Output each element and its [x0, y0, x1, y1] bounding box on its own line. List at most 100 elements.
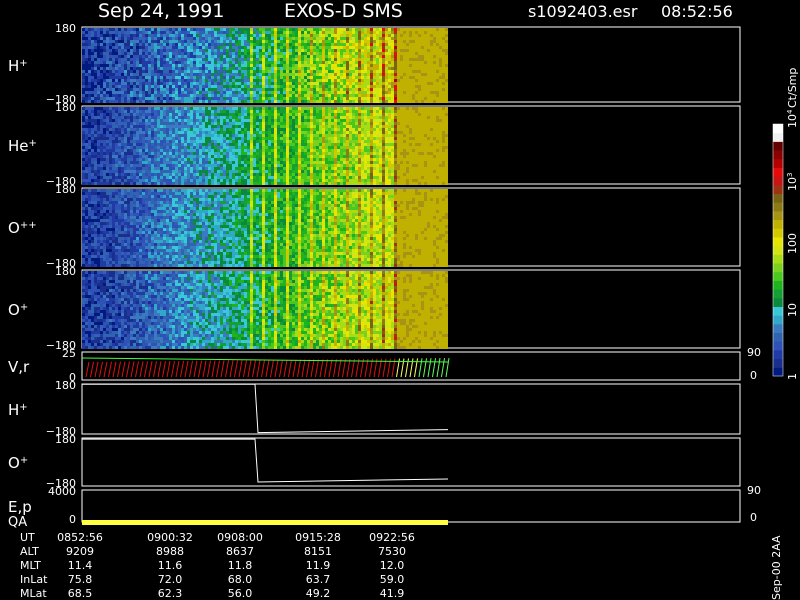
- spectrogram-cell: [370, 88, 373, 91]
- spectrogram-cell: [289, 58, 292, 61]
- spectrogram-cell: [403, 97, 406, 100]
- spectrogram-cell: [214, 46, 217, 49]
- spectrogram-cell: [196, 119, 199, 122]
- spectrogram-cell: [115, 58, 118, 61]
- spectrogram-cell: [220, 131, 223, 134]
- spectrogram-cell: [331, 91, 334, 94]
- spectrogram-cell: [286, 73, 289, 76]
- spectrogram-cell: [421, 100, 424, 103]
- spectrogram-cell: [307, 58, 310, 61]
- spectrogram-cell: [199, 107, 202, 110]
- spectrogram-cell: [397, 79, 400, 82]
- spectrogram-cell: [184, 110, 187, 113]
- spectrogram-cell: [247, 40, 250, 43]
- spectrogram-cell: [286, 170, 289, 173]
- spectrogram-cell: [304, 46, 307, 49]
- spectrogram-cell: [124, 134, 127, 137]
- spectrogram-cell: [118, 67, 121, 70]
- spectrogram-cell: [250, 176, 253, 179]
- spectrogram-cell: [364, 100, 367, 103]
- spectrogram-cell: [406, 67, 409, 70]
- spectrogram-cell: [157, 140, 160, 143]
- spectrogram-cell: [421, 58, 424, 61]
- spectrogram-cell: [205, 167, 208, 170]
- spectrogram-cell: [103, 182, 106, 185]
- spectrogram-cell: [115, 55, 118, 58]
- spectrogram-cell: [430, 58, 433, 61]
- spectrogram-cell: [244, 122, 247, 125]
- spectrogram-cell: [142, 34, 145, 37]
- spectrogram-cell: [85, 94, 88, 97]
- spectrogram-cell: [292, 152, 295, 155]
- spectrogram-cell: [292, 70, 295, 73]
- spectrogram-cell: [238, 158, 241, 161]
- spectrogram-cell: [202, 34, 205, 37]
- spectrogram-cell: [160, 158, 163, 161]
- spectrogram-cell: [232, 79, 235, 82]
- spectrogram-cell: [97, 116, 100, 119]
- spectrogram-cell: [88, 61, 91, 64]
- spectrogram-cell: [193, 61, 196, 64]
- spectrogram-cell: [331, 34, 334, 37]
- spectrogram-cell: [118, 58, 121, 61]
- spectrogram-cell: [424, 85, 427, 88]
- spectrogram-cell: [85, 28, 88, 31]
- spectrogram-cell: [196, 170, 199, 173]
- spectrogram-cell: [127, 128, 130, 131]
- spectrogram-cell: [358, 43, 361, 46]
- spectrogram-cell: [379, 97, 382, 100]
- spectrogram-cell: [127, 88, 130, 91]
- spectrogram-cell: [193, 107, 196, 110]
- spectrogram-cell: [250, 122, 253, 125]
- spectrogram-cell: [112, 52, 115, 55]
- spectrogram-cell: [115, 110, 118, 113]
- spectrogram-cell: [172, 85, 175, 88]
- spectrogram-cell: [148, 97, 151, 100]
- spectrogram-cell: [196, 125, 199, 128]
- spectrogram-cell: [148, 91, 151, 94]
- spectrogram-cell: [415, 49, 418, 52]
- spectrogram-cell: [400, 55, 403, 58]
- spectrogram-cell: [124, 110, 127, 113]
- spectrogram-cell: [358, 37, 361, 40]
- spectrogram-cell: [193, 34, 196, 37]
- spectrogram-cell: [193, 119, 196, 122]
- spectrogram-cell: [82, 28, 85, 31]
- spectrogram-cell: [319, 76, 322, 79]
- spectrogram-cell: [418, 88, 421, 91]
- spectrogram-cell: [403, 67, 406, 70]
- spectrogram-cell: [238, 146, 241, 149]
- spectrogram-cell: [223, 58, 226, 61]
- spectrogram-cell: [283, 55, 286, 58]
- spectrogram-cell: [325, 82, 328, 85]
- spectrogram-cell: [340, 40, 343, 43]
- spectrogram-cell: [316, 28, 319, 31]
- spectrogram-cell: [292, 55, 295, 58]
- spectrogram-cell: [82, 134, 85, 137]
- spectrogram-cell: [319, 97, 322, 100]
- spectrogram-cell: [370, 40, 373, 43]
- spectrogram-cell: [358, 76, 361, 79]
- spectrogram-cell: [160, 152, 163, 155]
- spectrogram-cell: [325, 43, 328, 46]
- spectrogram-cell: [424, 49, 427, 52]
- spectrogram-cell: [82, 167, 85, 170]
- spectrogram-cell: [298, 28, 301, 31]
- spectrogram-cell: [169, 170, 172, 173]
- spectrogram-cell: [85, 182, 88, 185]
- spectrogram-cell: [217, 176, 220, 179]
- spectrogram-cell: [157, 179, 160, 182]
- spectrogram-cell: [250, 107, 253, 110]
- spectrogram-cell: [382, 94, 385, 97]
- spectrogram-cell: [178, 46, 181, 49]
- spectrogram-cell: [106, 70, 109, 73]
- spectrogram-cell: [364, 52, 367, 55]
- spectrogram-cell: [211, 176, 214, 179]
- spectrogram-cell: [142, 107, 145, 110]
- spectrogram-cell: [256, 49, 259, 52]
- spectrogram-cell: [151, 73, 154, 76]
- spectrogram-cell: [271, 40, 274, 43]
- spectrogram-cell: [181, 173, 184, 176]
- spectrogram-cell: [292, 94, 295, 97]
- spectrogram-cell: [100, 128, 103, 131]
